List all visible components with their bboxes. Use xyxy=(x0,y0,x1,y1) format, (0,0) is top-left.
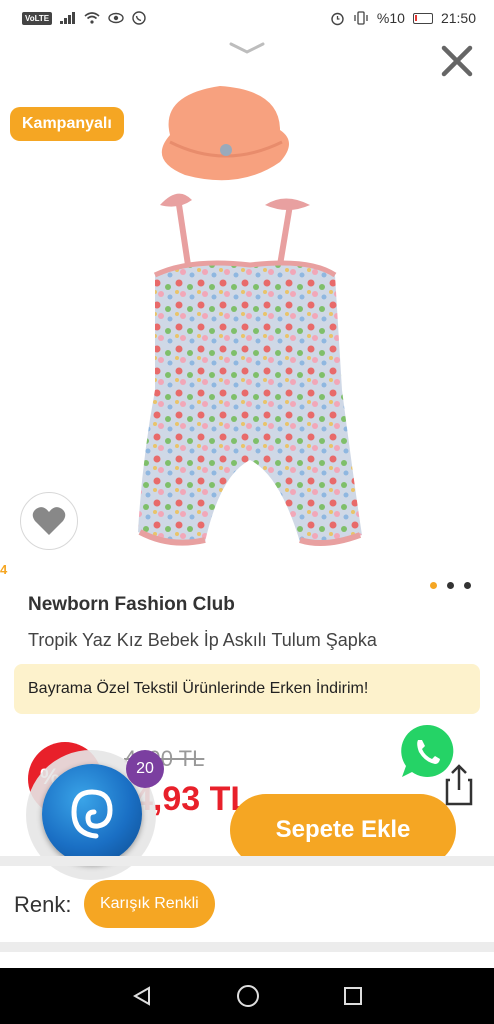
color-option-chip[interactable]: Karışık Renkli xyxy=(84,880,215,928)
battery-percent: %10 xyxy=(376,10,405,26)
alarm-icon xyxy=(331,12,344,25)
image-pager[interactable] xyxy=(430,582,471,589)
promo-banner[interactable]: Bayrama Özel Tekstil Ürünlerinde Erken İ… xyxy=(14,664,480,714)
romper-illustration xyxy=(138,86,362,547)
side-number: 4 xyxy=(0,562,8,577)
campaign-badge: Kampanyalı xyxy=(10,107,124,141)
status-left-icons: VoLTE xyxy=(22,11,146,25)
signal-icon xyxy=(60,12,76,24)
vibrate-icon xyxy=(354,11,368,25)
recents-icon[interactable] xyxy=(343,986,363,1006)
battery-icon xyxy=(412,12,433,24)
heart-icon xyxy=(32,507,66,535)
status-right-icons: %10 21:50 xyxy=(330,10,476,26)
eye-icon xyxy=(108,12,124,24)
share-icon xyxy=(445,764,473,806)
chevron-down-icon xyxy=(229,42,265,54)
pager-dot[interactable] xyxy=(447,582,454,589)
wifi-icon xyxy=(84,12,100,24)
product-image[interactable] xyxy=(130,80,370,570)
assistant-button[interactable] xyxy=(42,764,142,864)
assistant-logo-icon xyxy=(71,789,113,839)
volte-icon: VoLTE xyxy=(22,11,53,25)
status-bar: VoLTE %10 21:50 xyxy=(0,0,494,36)
system-nav-bar xyxy=(0,968,494,1024)
clock: 21:50 xyxy=(440,10,476,26)
pager-dot[interactable] xyxy=(430,582,437,589)
favorite-button[interactable] xyxy=(20,492,78,550)
notification-count-badge: 20 xyxy=(126,750,164,788)
pager-dot[interactable] xyxy=(464,582,471,589)
section-divider xyxy=(0,856,494,866)
product-title: Tropik Yaz Kız Bebek İp Askılı Tulum Şap… xyxy=(28,630,377,650)
section-divider xyxy=(0,942,494,952)
close-icon xyxy=(441,45,473,77)
color-label: Renk: xyxy=(14,892,72,917)
whatsapp-status-icon xyxy=(132,11,146,25)
brand-name[interactable]: Newborn Fashion Club xyxy=(28,594,235,616)
close-button[interactable] xyxy=(436,40,478,82)
share-button[interactable] xyxy=(444,764,474,806)
back-icon[interactable] xyxy=(131,985,153,1007)
collapse-button[interactable] xyxy=(227,40,267,56)
home-icon[interactable] xyxy=(236,984,260,1008)
